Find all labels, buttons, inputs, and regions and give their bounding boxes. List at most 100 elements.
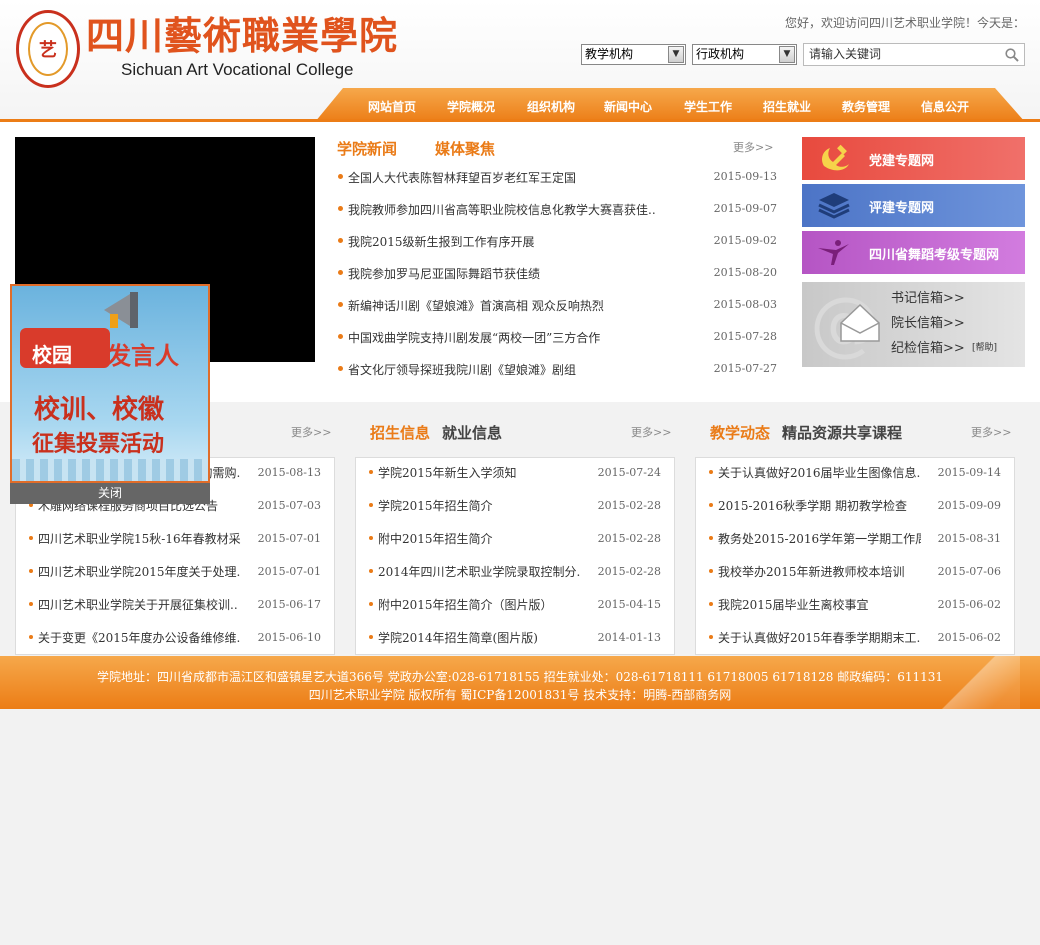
col1-more-link[interactable]: 更多>> xyxy=(291,424,331,440)
item-date: 2015-07-06 xyxy=(937,565,1001,578)
list-item[interactable]: 四川艺术职业学院2015年度关于处理.. 2015-07-01 xyxy=(16,557,334,590)
list-item[interactable]: 中国戏曲学院支持川剧发展“两校一团”三方合作 2015-07-28 xyxy=(337,328,780,360)
bullet-icon xyxy=(709,536,713,540)
search-input[interactable]: 请输入关键词 xyxy=(803,43,1025,66)
item-title[interactable]: 学院2015年招生简介 xyxy=(378,497,581,514)
news-title[interactable]: 我院2015级新生报到工作有序开展 xyxy=(348,233,668,250)
help-link[interactable]: [帮助] xyxy=(972,340,997,353)
tab-teaching-news[interactable]: 教学动态 xyxy=(710,424,770,442)
close-popup-button[interactable]: 关闭 xyxy=(10,483,210,504)
party-building-banner[interactable]: 党建专题网 xyxy=(802,137,1025,180)
nav-item-news-center[interactable]: 新闻中心 xyxy=(604,98,652,115)
item-title[interactable]: 四川艺术职业学院关于开展征集校训.. xyxy=(38,596,241,613)
nav-item-admissions[interactable]: 招生就业 xyxy=(763,98,811,115)
item-title[interactable]: 附中2015年招生简介 xyxy=(378,530,581,547)
discipline-mailbox-link[interactable]: 纪检信箱>> xyxy=(891,337,965,356)
item-title[interactable]: 教务处2015-2016学年第一学期工作周.. xyxy=(718,530,921,547)
list-item[interactable]: 全国人大代表陈智林拜望百岁老红军王定国 2015-09-13 xyxy=(337,168,780,200)
list-item[interactable]: 我校举办2015年新进教师校本培训 2015-07-06 xyxy=(696,557,1014,590)
megaphone-icon xyxy=(104,292,138,328)
list-item[interactable]: 我院教师参加四川省高等职业院校信息化教学大赛喜获佳.. 2015-09-07 xyxy=(337,200,780,232)
item-date: 2015-06-02 xyxy=(937,631,1001,644)
teaching-tabs: 教学动态 精品资源共享课程 xyxy=(710,422,902,443)
tab-quality-courses[interactable]: 精品资源共享课程 xyxy=(782,424,902,442)
item-date: 2015-09-09 xyxy=(937,499,1001,512)
item-title[interactable]: 关于认真做好2016届毕业生图像信息.. xyxy=(718,464,921,481)
floating-ad-popup: 校园 发言人 校训、校徽 征集投票活动 关闭 xyxy=(10,284,210,504)
tab-employment-info[interactable]: 就业信息 xyxy=(442,424,502,442)
list-item[interactable]: 学院2015年新生入学须知 2015-07-24 xyxy=(356,458,674,491)
list-item[interactable]: 四川艺术职业学院15秋-16年春教材采.. 2015-07-01 xyxy=(16,524,334,557)
envelope-icon xyxy=(840,303,880,342)
news-title[interactable]: 我院参加罗马尼亚国际舞蹈节获佳绩 xyxy=(348,265,668,282)
tab-media-focus[interactable]: 媒体聚焦 xyxy=(435,140,495,158)
item-title[interactable]: 2014年四川艺术职业学院录取控制分.. xyxy=(378,563,581,580)
news-title[interactable]: 省文化厅领导探班我院川剧《望娘滩》剧组 xyxy=(348,361,668,378)
chevron-down-icon[interactable]: ▼ xyxy=(668,46,684,63)
list-item[interactable]: 我院参加罗马尼亚国际舞蹈节获佳绩 2015-08-20 xyxy=(337,264,780,296)
item-title[interactable]: 学院2015年新生入学须知 xyxy=(378,464,581,481)
news-date: 2015-08-03 xyxy=(713,298,777,311)
list-item[interactable]: 2014年四川艺术职业学院录取控制分.. 2015-02-28 xyxy=(356,557,674,590)
logo-english-name: Sichuan Art Vocational College xyxy=(121,60,354,79)
nav-item-disclosure[interactable]: 信息公开 xyxy=(921,98,969,115)
tab-college-news[interactable]: 学院新闻 xyxy=(337,140,397,158)
item-title[interactable]: 关于变更《2015年度办公设备维修维.. xyxy=(38,629,241,646)
bullet-icon xyxy=(709,503,713,507)
list-item[interactable]: 关于认真做好2015年春季学期期末工.. 2015-06-02 xyxy=(696,623,1014,656)
nav-item-about[interactable]: 学院概况 xyxy=(447,98,495,115)
list-item[interactable]: 四川艺术职业学院关于开展征集校训.. 2015-06-17 xyxy=(16,590,334,623)
footer-copyright: 四川艺术职业学院 版权所有 蜀ICP备12001831号 技术支持：明腾-西部商… xyxy=(308,688,732,702)
bullet-icon xyxy=(369,536,373,540)
list-item[interactable]: 省文化厅领导探班我院川剧《望娘滩》剧组 2015-07-27 xyxy=(337,360,780,392)
news-more-link[interactable]: 更多>> xyxy=(733,139,773,155)
news-title[interactable]: 我院教师参加四川省高等职业院校信息化教学大赛喜获佳.. xyxy=(348,201,668,218)
nav-item-student-affairs[interactable]: 学生工作 xyxy=(684,98,732,115)
list-item[interactable]: 附中2015年招生简介 2015-02-28 xyxy=(356,524,674,557)
tab-admissions-info[interactable]: 招生信息 xyxy=(370,424,430,442)
teaching-news-box: 关于认真做好2016届毕业生图像信息.. 2015-09-14 2015-2016… xyxy=(695,457,1015,655)
item-title[interactable]: 学院2014年招生简章(图片版) xyxy=(378,629,581,646)
admin-units-select[interactable]: 行政机构 ▼ xyxy=(692,44,797,65)
list-item[interactable]: 新编神话川剧《望娘滩》首演高相 观众反响热烈 2015-08-03 xyxy=(337,296,780,328)
list-item[interactable]: 学院2014年招生简章(图片版) 2014-01-13 xyxy=(356,623,674,656)
item-title[interactable]: 我院2015届毕业生离校事宜 xyxy=(718,596,921,613)
nav-item-organization[interactable]: 组织机构 xyxy=(527,98,575,115)
popup-title-a: 校园 xyxy=(32,343,72,367)
footer-address: 学院地址：四川省成都市温江区和盛镇星艺大道366号 党政办公室:028-6171… xyxy=(96,670,944,684)
list-item[interactable]: 附中2015年招生简介（图片版） 2015-04-15 xyxy=(356,590,674,623)
list-item[interactable]: 我院2015届毕业生离校事宜 2015-06-02 xyxy=(696,590,1014,623)
dance-exam-banner[interactable]: 四川省舞蹈考级专题网 xyxy=(802,231,1025,274)
item-title[interactable]: 四川艺术职业学院2015年度关于处理.. xyxy=(38,563,241,580)
bullet-icon xyxy=(338,302,343,307)
list-item[interactable]: 2015-2016秋季学期 期初教学检查 2015-09-09 xyxy=(696,491,1014,524)
nav-item-home[interactable]: 网站首页 xyxy=(368,98,416,115)
item-title[interactable]: 附中2015年招生简介（图片版） xyxy=(378,596,581,613)
list-item[interactable]: 我院2015级新生报到工作有序开展 2015-09-02 xyxy=(337,232,780,264)
layers-icon xyxy=(818,193,850,219)
item-title[interactable]: 四川艺术职业学院15秋-16年春教材采.. xyxy=(38,530,241,547)
news-title[interactable]: 新编神话川剧《望娘滩》首演高相 观众反响热烈 xyxy=(348,297,668,314)
admin-units-select-value: 行政机构 xyxy=(696,47,745,61)
item-title[interactable]: 关于认真做好2015年春季学期期末工.. xyxy=(718,629,921,646)
logo-chinese-name[interactable]: 四川藝術職業學院 xyxy=(86,14,398,58)
evaluation-banner[interactable]: 评建专题网 xyxy=(802,184,1025,227)
news-title[interactable]: 全国人大代表陈智林拜望百岁老红军王定国 xyxy=(348,169,668,186)
list-item[interactable]: 关于认真做好2016届毕业生图像信息.. 2015-09-14 xyxy=(696,458,1014,491)
list-item[interactable]: 学院2015年招生简介 2015-02-28 xyxy=(356,491,674,524)
secretary-mailbox-link[interactable]: 书记信箱>> xyxy=(891,287,965,306)
col3-more-link[interactable]: 更多>> xyxy=(971,424,1011,440)
chevron-down-icon[interactable]: ▼ xyxy=(779,46,795,63)
col2-more-link[interactable]: 更多>> xyxy=(631,424,671,440)
college-seal-logo[interactable]: 艺 xyxy=(16,10,80,88)
president-mailbox-link[interactable]: 院长信箱>> xyxy=(891,312,965,331)
campaign-ad-image[interactable]: 校园 发言人 校训、校徽 征集投票活动 xyxy=(10,284,210,483)
item-title[interactable]: 2015-2016秋季学期 期初教学检查 xyxy=(718,497,921,514)
list-item[interactable]: 关于变更《2015年度办公设备维修维.. 2015-06-10 xyxy=(16,623,334,656)
news-title[interactable]: 中国戏曲学院支持川剧发展“两校一团”三方合作 xyxy=(348,329,668,346)
search-icon[interactable] xyxy=(1005,48,1019,62)
item-title[interactable]: 我校举办2015年新进教师校本培训 xyxy=(718,563,921,580)
nav-item-academic-affairs[interactable]: 教务管理 xyxy=(842,98,890,115)
list-item[interactable]: 教务处2015-2016学年第一学期工作周.. 2015-08-31 xyxy=(696,524,1014,557)
teaching-units-select[interactable]: 教学机构 ▼ xyxy=(581,44,686,65)
